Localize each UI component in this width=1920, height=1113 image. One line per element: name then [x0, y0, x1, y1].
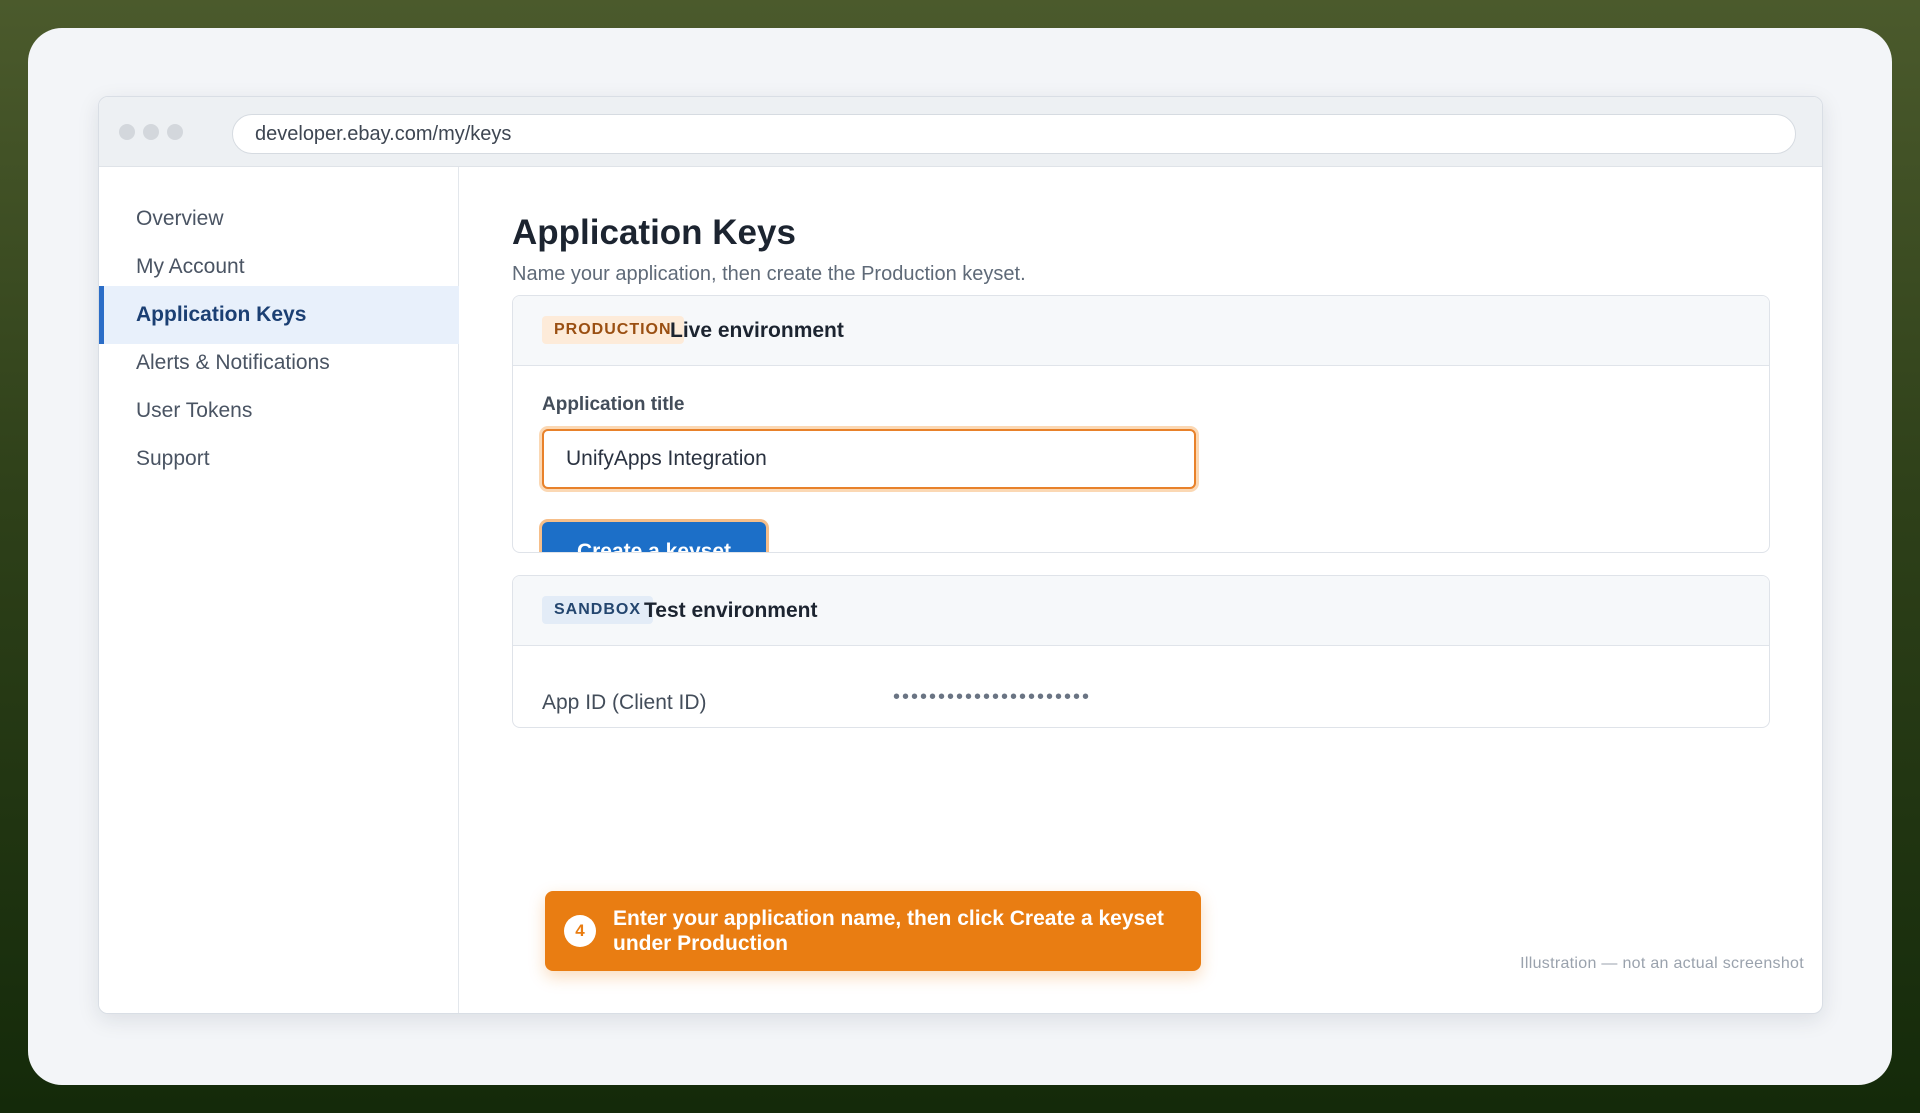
sandbox-card: SANDBOX Test environment App ID (Client …: [512, 575, 1770, 728]
application-title-label: Application title: [542, 394, 685, 415]
page-subtitle: Name your application, then create the P…: [512, 263, 1026, 285]
sandbox-badge: SANDBOX: [542, 596, 654, 624]
window-maximize-dot-icon[interactable]: [167, 124, 183, 140]
production-card: PRODUCTION Live environment Application …: [512, 295, 1770, 553]
page-title: Application Keys: [512, 213, 796, 252]
window-minimize-dot-icon[interactable]: [143, 124, 159, 140]
browser-titlebar: developer.ebay.com/my/keys: [99, 97, 1822, 167]
main-content: Application Keys Name your application, …: [460, 167, 1822, 1013]
step-callout: 4 Enter your application name, then clic…: [545, 891, 1201, 971]
production-card-header: PRODUCTION Live environment: [513, 296, 1769, 366]
window-close-dot-icon[interactable]: [119, 124, 135, 140]
sandbox-card-header: SANDBOX Test environment: [513, 576, 1769, 646]
browser-window: developer.ebay.com/my/keys Overview My A…: [98, 96, 1823, 1014]
sandbox-environment-label: Test environment: [644, 599, 818, 622]
step-number-badge: 4: [564, 915, 596, 947]
production-badge: PRODUCTION: [542, 316, 684, 344]
create-keyset-button[interactable]: Create a keyset: [542, 522, 766, 552]
app-id-label: App ID (Client ID): [542, 691, 707, 714]
app-id-masked-value: ••••••••••••••••••••••: [893, 686, 1092, 708]
sidebar: Overview My Account Application Keys Ale…: [99, 167, 459, 1013]
sidebar-item-support[interactable]: Support: [99, 430, 459, 488]
production-environment-label: Live environment: [670, 319, 844, 342]
app-frame: developer.ebay.com/my/keys Overview My A…: [28, 28, 1892, 1085]
step-callout-text: Enter your application name, then click …: [613, 907, 1164, 955]
illustration-note: Illustration — not an actual screenshot: [1520, 955, 1804, 972]
address-bar[interactable]: developer.ebay.com/my/keys: [232, 114, 1796, 154]
application-title-input[interactable]: [542, 429, 1196, 489]
